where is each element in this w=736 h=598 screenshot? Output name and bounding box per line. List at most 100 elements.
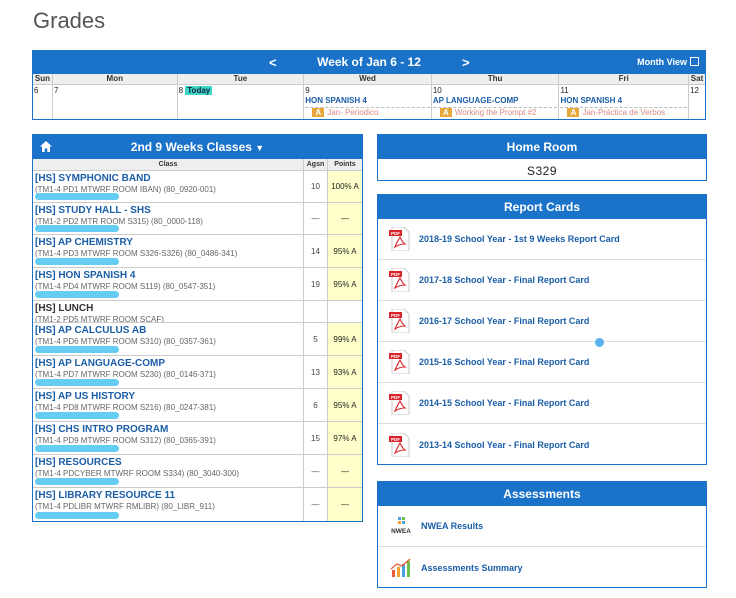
report-card-link[interactable]: PDF 2018-19 School Year - 1st 9 Weeks Rep… bbox=[378, 219, 706, 260]
event-class-link[interactable]: HON SPANISH 4 bbox=[305, 96, 430, 105]
grade-points[interactable]: 95% A bbox=[328, 389, 362, 421]
grade-points[interactable]: 95% A bbox=[328, 235, 362, 267]
day-header: Sun bbox=[33, 74, 53, 84]
report-card-label: 2017-18 School Year - Final Report Card bbox=[419, 275, 590, 285]
month-view-button[interactable]: Month View bbox=[637, 57, 699, 67]
class-name-link[interactable]: [HS] RESOURCES bbox=[35, 457, 301, 468]
class-name-link[interactable]: [HS] HON SPANISH 4 bbox=[35, 270, 301, 281]
redaction-scribble bbox=[35, 291, 119, 298]
class-detail: (TM1-4 PD9 MTWRF ROOM S312) (80_0365-391… bbox=[35, 436, 216, 445]
pdf-icon: PDF bbox=[389, 432, 410, 457]
term-dropdown[interactable]: 2nd 9 Weeks Classes ▼ bbox=[33, 140, 362, 154]
class-name-link[interactable]: [HS] CHS INTRO PROGRAM bbox=[35, 424, 301, 435]
class-row: [HS] STUDY HALL - SHS (TM1-2 PD2 MTR ROOM… bbox=[33, 203, 362, 235]
assignment-count: 19 bbox=[304, 268, 328, 300]
class-name-link[interactable]: [HS] AP CHEMISTRY bbox=[35, 237, 301, 248]
pdf-icon: PDF bbox=[389, 227, 410, 251]
report-card-link[interactable]: PDF 2017-18 School Year - Final Report Ca… bbox=[378, 260, 706, 301]
event-assignment[interactable]: A Working the Prompt #2 bbox=[432, 107, 558, 117]
day-cell: 7 bbox=[53, 85, 178, 119]
cursor-dot bbox=[595, 338, 604, 347]
class-name-link[interactable]: [HS] AP US HISTORY bbox=[35, 391, 301, 402]
grade-points[interactable]: 99% A bbox=[328, 323, 362, 355]
class-detail: (TM1-4 PD8 MTWRF ROOM S216) (80_0247-381… bbox=[35, 403, 216, 412]
assessments-summary-link[interactable]: Assessments Summary bbox=[378, 547, 706, 588]
classes-rows: [HS] SYMPHONIC BAND (TM1-4 PD1 MTWRF ROOM… bbox=[33, 171, 362, 521]
event-class-link[interactable]: HON SPANISH 4 bbox=[560, 96, 687, 105]
report-card-link[interactable]: PDF 2014-15 School Year - Final Report Ca… bbox=[378, 383, 706, 424]
class-name-link[interactable]: [HS] AP LANGUAGE-COMP bbox=[35, 358, 301, 369]
pdf-icon: PDF bbox=[389, 350, 410, 374]
class-row: [HS] HON SPANISH 4 (TM1-4 PD4 MTWRF ROOM … bbox=[33, 268, 362, 301]
nwea-logo-icon: NWEA bbox=[391, 517, 411, 535]
event-assignment[interactable]: A Jan-Práctica de Verbos bbox=[560, 107, 688, 117]
class-cell: [HS] SYMPHONIC BAND (TM1-4 PD1 MTWRF ROOM… bbox=[33, 171, 304, 202]
day-header: Tue bbox=[178, 74, 305, 84]
class-row: [HS] LIBRARY RESOURCE 11 (TM1-4 PDLIBR MT… bbox=[33, 488, 362, 521]
grade-points: — bbox=[328, 455, 362, 487]
report-card-link[interactable]: PDF 2015-16 School Year - Final Report Ca… bbox=[378, 342, 706, 383]
grade-points[interactable]: 95% A bbox=[328, 268, 362, 300]
assignment-count: — bbox=[304, 455, 328, 487]
grade-points[interactable]: 100% A bbox=[328, 171, 362, 202]
class-cell: [HS] CHS INTRO PROGRAM (TM1-4 PD9 MTWRF R… bbox=[33, 422, 304, 454]
date-number: 10 bbox=[432, 86, 442, 95]
assignment-label: Jan- Periodico bbox=[327, 108, 379, 117]
class-name-link[interactable]: [HS] SYMPHONIC BAND bbox=[35, 173, 301, 184]
date-number: 9 bbox=[305, 86, 310, 95]
week-calendar: < Week of Jan 6 - 12 > Month View Sun Mo… bbox=[32, 50, 706, 120]
next-week-button[interactable]: > bbox=[462, 55, 470, 70]
redaction-scribble bbox=[35, 445, 119, 452]
class-name-link[interactable]: [HS] AP CALCULUS AB bbox=[35, 325, 301, 336]
grade-points[interactable]: 93% A bbox=[328, 356, 362, 388]
class-name-link[interactable]: [HS] LIBRARY RESOURCE 11 bbox=[35, 490, 301, 501]
day-cell: 12 bbox=[689, 85, 705, 119]
assignment-badge: A bbox=[312, 108, 325, 117]
event-class-link[interactable]: AP LANGUAGE-COMP bbox=[433, 96, 558, 105]
date-number: 11 bbox=[560, 86, 569, 95]
assignment-count: 14 bbox=[304, 235, 328, 267]
redaction-scribble bbox=[35, 346, 119, 353]
assessments-summary-label: Assessments Summary bbox=[421, 562, 523, 573]
calendar-icon bbox=[690, 57, 699, 66]
nwea-results-link[interactable]: NWEA NWEA Results bbox=[378, 506, 706, 547]
day-cell: 6 bbox=[33, 85, 53, 119]
redaction-scribble bbox=[35, 512, 119, 519]
class-cell: [HS] AP US HISTORY (TM1-4 PD8 MTWRF ROOM … bbox=[33, 389, 304, 421]
nwea-results-label: NWEA Results bbox=[421, 521, 484, 531]
assignment-badge: A bbox=[439, 108, 452, 117]
class-cell: [HS] HON SPANISH 4 (TM1-4 PD4 MTWRF ROOM … bbox=[33, 268, 304, 300]
day-cell: 11 HON SPANISH 4 A Jan-Práctica de Verbos bbox=[559, 85, 690, 119]
day-cells: 6 7 8 Today 9 HON SPANISH 4 A Jan- Period… bbox=[33, 85, 705, 119]
event-assignment[interactable]: A Jan- Periodico bbox=[305, 107, 430, 117]
class-detail: (TM1-4 PDCYBER MTWRF ROOM S334) (80_3040… bbox=[35, 469, 240, 478]
assignment-count: 5 bbox=[304, 323, 328, 355]
assignment-count: 6 bbox=[304, 389, 328, 421]
class-row: [HS] LUNCH (TM1-2 PD5 MTWRF ROOM SCAF) bbox=[33, 301, 362, 323]
column-header-assignments: Agsn bbox=[304, 159, 328, 170]
assignment-badge: A bbox=[567, 108, 580, 117]
report-card-link[interactable]: PDF 2016-17 School Year - Final Report Ca… bbox=[378, 301, 706, 342]
report-card-label: 2016-17 School Year - Final Report Card bbox=[419, 316, 590, 326]
pdf-icon-text: PDF bbox=[391, 354, 400, 359]
report-card-label: 2015-16 School Year - Final Report Card bbox=[419, 357, 590, 367]
class-name-link[interactable]: [HS] STUDY HALL - SHS bbox=[35, 205, 301, 216]
term-title: 2nd 9 Weeks Classes bbox=[130, 140, 252, 154]
class-cell: [HS] AP CALCULUS AB (TM1-4 PD6 MTWRF ROOM… bbox=[33, 323, 304, 355]
grade-points: — bbox=[328, 488, 362, 521]
assignment-count: 15 bbox=[304, 422, 328, 454]
report-card-link[interactable]: PDF 2013-14 School Year - Final Report Ca… bbox=[378, 424, 706, 465]
grade-points: — bbox=[328, 203, 362, 234]
class-row: [HS] AP CHEMISTRY (TM1-4 PD3 MTWRF ROOM S… bbox=[33, 235, 362, 268]
class-row: [HS] AP CALCULUS AB (TM1-4 PD6 MTWRF ROOM… bbox=[33, 323, 362, 356]
grade-points[interactable]: 97% A bbox=[328, 422, 362, 454]
chart-icon bbox=[390, 558, 411, 577]
redaction-scribble bbox=[35, 193, 119, 200]
date-number: 12 bbox=[690, 86, 699, 95]
pdf-icon: PDF bbox=[389, 391, 410, 415]
assessments-title: Assessments bbox=[378, 482, 706, 506]
class-cell: [HS] AP LANGUAGE-COMP (TM1-4 PD7 MTWRF RO… bbox=[33, 356, 304, 388]
report-card-label: 2013-14 School Year - Final Report Card bbox=[419, 439, 590, 450]
day-header: Wed bbox=[304, 74, 432, 84]
class-detail: (TM1-2 PD5 MTWRF ROOM SCAF) bbox=[35, 315, 164, 322]
